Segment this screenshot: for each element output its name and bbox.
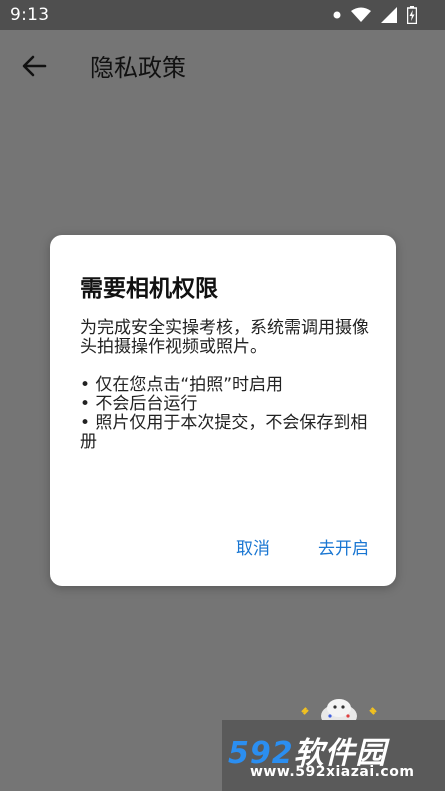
dialog-intro: 为完成安全实操考核，系统需调用摄像头拍摄操作视频或照片。 xyxy=(80,318,369,357)
notification-dot-icon xyxy=(333,11,341,19)
wifi-icon xyxy=(351,7,371,22)
watermark-url: www.592xiazai.com xyxy=(250,764,415,780)
open-settings-button[interactable]: 去开启 xyxy=(318,534,369,559)
dialog-message: 为完成安全实操考核，系统需调用摄像头拍摄操作视频或照片。 • 仅在您点击“拍照”… xyxy=(80,319,370,452)
page-title: 隐私政策 xyxy=(90,54,186,82)
dialog-bullet: • 不会后台运行 xyxy=(80,394,198,414)
dialog-title: 需要相机权限 xyxy=(80,276,218,302)
dialog-bullet: • 照片仅用于本次提交，不会保存到相册 xyxy=(80,413,368,452)
signal-icon xyxy=(381,7,397,23)
status-time: 9:13 xyxy=(10,5,50,25)
dialog-bullet: • 仅在您点击“拍照”时启用 xyxy=(80,375,284,395)
arrow-left-icon[interactable] xyxy=(20,52,48,80)
battery-icon xyxy=(407,6,417,24)
status-icons xyxy=(333,6,417,24)
camera-permission-dialog: 需要相机权限 为完成安全实操考核，系统需调用摄像头拍摄操作视频或照片。 • 仅在… xyxy=(50,235,396,586)
watermark: 592软件园 www.592xiazai.com xyxy=(222,720,445,791)
app-bar: 隐私政策 xyxy=(0,30,445,100)
dialog-actions: 取消 去开启 xyxy=(236,534,369,559)
status-bar: 9:13 xyxy=(0,0,445,30)
cancel-button[interactable]: 取消 xyxy=(236,534,270,559)
